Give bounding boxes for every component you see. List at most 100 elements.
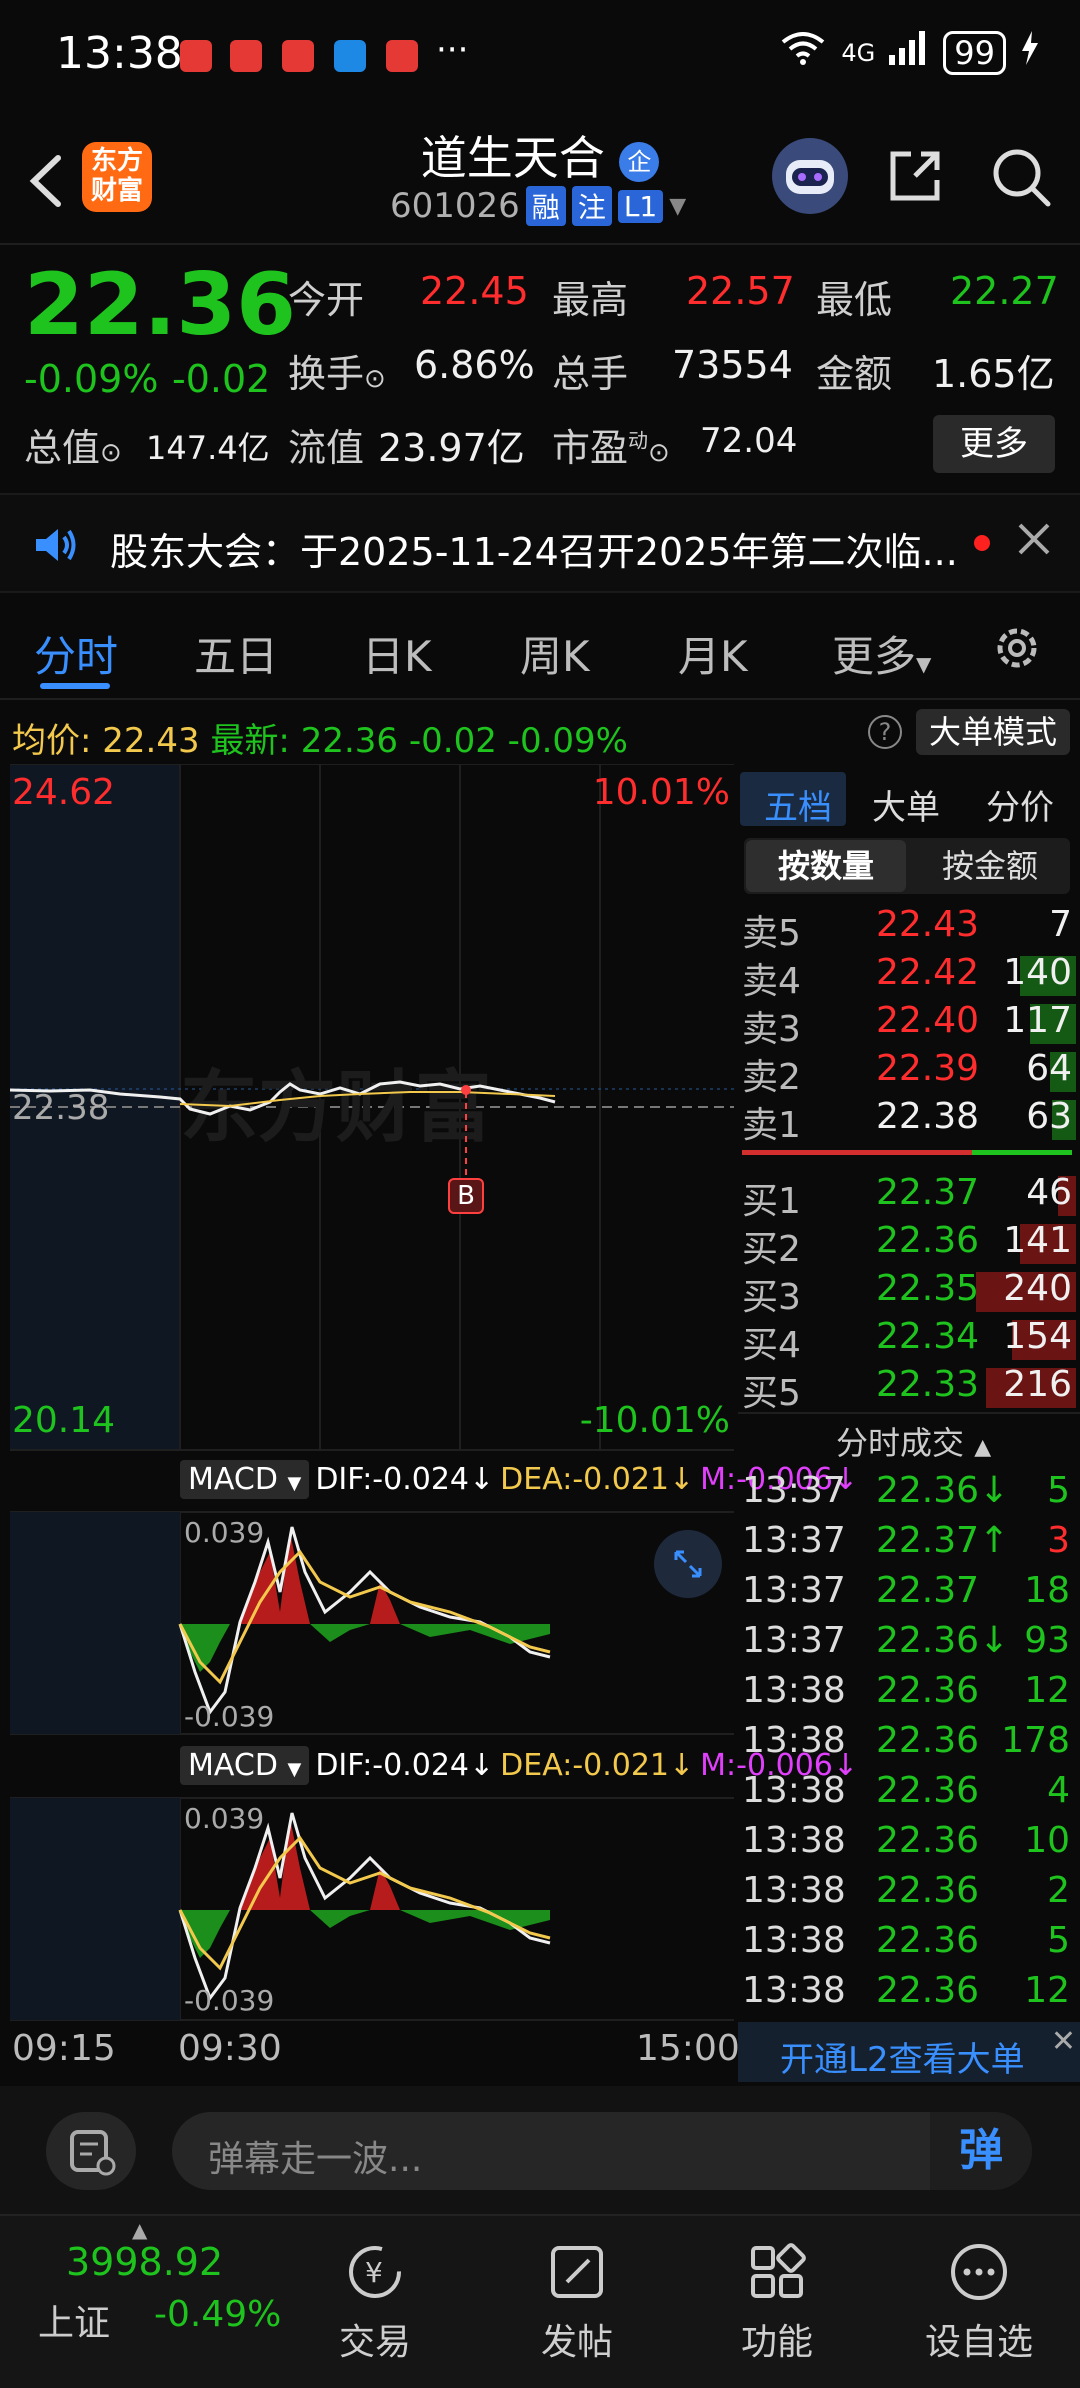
divider: [738, 1412, 1080, 1414]
tag-registered: 注: [571, 186, 612, 226]
nav-functions-label: 功能: [740, 2322, 813, 2363]
stock-subtitle[interactable]: 601026 融 注 L1 ▼: [390, 186, 686, 226]
chevron-up-icon: ▲: [132, 2218, 148, 2242]
notification-icon: [282, 40, 314, 72]
index-name: 上证: [38, 2303, 111, 2344]
tab-five-day[interactable]: 五日: [194, 623, 278, 684]
low-label: 最低: [816, 278, 893, 322]
tab-big-orders[interactable]: 大单: [872, 780, 940, 829]
tag-margin: 融: [525, 186, 566, 226]
mktcap-value: 147.4亿: [146, 429, 270, 467]
bid-row-3: 买3 22.35 240: [738, 1268, 1076, 1318]
trade-row: 13:37 22.37 18: [742, 1570, 1070, 1611]
more-button[interactable]: 更多: [933, 415, 1055, 473]
float-label: 流值: [288, 426, 365, 470]
low-value: 22.27: [950, 269, 1059, 313]
tab-weekly-k[interactable]: 周K: [520, 623, 590, 684]
notification-icon: [230, 40, 262, 72]
current-price: 22.36: [24, 255, 297, 355]
help-icon[interactable]: ?: [868, 715, 902, 749]
more-notifications: ···: [436, 30, 469, 70]
tab-five-level[interactable]: 五档: [764, 780, 832, 829]
subtab-by-volume[interactable]: 按数量: [746, 840, 906, 892]
nav-post-label: 发帖: [540, 2322, 613, 2363]
chevron-down-icon: ▼: [669, 193, 687, 219]
danmaku-settings-button[interactable]: [46, 2112, 136, 2190]
trade-row: 13:38 22.36 4: [742, 1770, 1070, 1811]
open-value: 22.45: [420, 269, 529, 313]
close-icon[interactable]: ✕: [1051, 2024, 1076, 2059]
danmaku-input[interactable]: 弹幕走一波...: [172, 2112, 1032, 2190]
stock-name: 道生天合: [420, 131, 605, 185]
expand-chart-button[interactable]: [654, 1530, 722, 1598]
change-percent: -0.09%: [24, 357, 159, 401]
search-button[interactable]: [990, 146, 1052, 208]
search-icon: [993, 149, 1051, 207]
amount-label: 金额: [816, 352, 893, 396]
macd-top-value: 0.039: [184, 1802, 265, 1835]
svg-text:¥: ¥: [365, 2256, 383, 2289]
danmaku-send-button[interactable]: 弹: [930, 2112, 1032, 2190]
open-label: 今开: [288, 278, 365, 322]
tag-level: L1: [617, 189, 664, 223]
info-icon: ⊙: [100, 438, 122, 468]
bottom-nav: ▲ 3998.92 上证 -0.49% ¥ 交易 发帖 功能 设自选: [0, 2214, 1080, 2388]
gear-icon: [997, 628, 1037, 668]
price-axis-bottom: 20.14: [12, 1400, 116, 1441]
bid-row-4: 买4 22.34 154: [738, 1316, 1076, 1366]
chevron-up-icon: ▲: [974, 1435, 992, 1460]
trade-row: 13:38 22.36 12: [742, 1970, 1070, 2011]
pct-axis-bottom: -10.01%: [579, 1400, 730, 1441]
l2-promo-bar[interactable]: 开通L2查看大单 ✕: [738, 2022, 1080, 2082]
charging-icon: [1020, 31, 1040, 74]
trades-title[interactable]: 分时成交 ▲: [836, 1418, 991, 1464]
tab-monthly-k[interactable]: 月K: [678, 623, 748, 684]
buy-sell-ratio-red: [742, 1150, 972, 1155]
nav-post[interactable]: 发帖: [512, 2240, 642, 2365]
tab-more[interactable]: 更多▼: [832, 623, 931, 684]
battery-icon: 99: [943, 30, 1006, 75]
big-order-mode-button[interactable]: 大单模式: [916, 709, 1070, 755]
high-value: 22.57: [686, 269, 795, 313]
price-axis-mid: 22.38: [12, 1088, 110, 1128]
notice-text: 股东大会：于2025-11-24召开2025年第二次临...: [110, 530, 958, 574]
status-time: 13:38: [56, 28, 183, 79]
speaker-icon: [32, 525, 80, 569]
trade-row: 13:38 22.36 10: [742, 1820, 1070, 1861]
pct-axis-top: 10.01%: [592, 772, 730, 813]
nav-add-watchlist[interactable]: 设自选: [914, 2240, 1044, 2365]
trade-row: 13:38 22.36 2: [742, 1870, 1070, 1911]
volume-value: 73554: [672, 343, 793, 387]
nav-trade[interactable]: ¥ 交易: [310, 2240, 440, 2365]
share-button[interactable]: [885, 146, 945, 206]
macd-selector[interactable]: MACD ▼: [180, 1460, 310, 1499]
macd-selector[interactable]: MACD ▼: [180, 1746, 310, 1785]
notification-icon: [180, 40, 212, 72]
time-axis-start: 09:15: [12, 2028, 116, 2069]
ai-assistant-button[interactable]: [772, 138, 848, 214]
trade-row: 13:37 22.37↑ 3: [742, 1520, 1070, 1561]
buy-marker[interactable]: B: [448, 1178, 484, 1214]
tab-daily-k[interactable]: 日K: [362, 623, 432, 684]
index-ticker[interactable]: 3998.92 上证 -0.49%: [0, 2240, 300, 2370]
close-notice-button[interactable]: [1016, 521, 1052, 561]
network-type: 4G: [841, 38, 876, 67]
turnover-value: 6.86%: [414, 343, 535, 387]
trade-row: 13:37 22.36↓ 93: [742, 1620, 1070, 1661]
unread-dot: [974, 535, 990, 551]
notice-bar[interactable]: 股东大会：于2025-11-24召开2025年第二次临...: [0, 493, 1080, 593]
expand-icon: [674, 1550, 702, 1578]
tab-indicator: [40, 683, 110, 689]
index-value: 3998.92: [66, 2240, 224, 2284]
tab-intraday[interactable]: 分时: [34, 623, 118, 684]
trade-row: 13:37 22.36↓ 5: [742, 1470, 1070, 1511]
subtab-by-amount[interactable]: 按金额: [910, 840, 1070, 892]
nav-functions[interactable]: 功能: [712, 2240, 842, 2365]
chart-settings-button[interactable]: [990, 621, 1044, 679]
more-circle-icon: [951, 2244, 1007, 2300]
chart-area[interactable]: 东方财富 24.62 10.01% 22.38 20.14 -10.01% B …: [10, 764, 858, 2028]
l2-promo-text: 开通L2查看大单: [780, 2040, 1025, 2080]
pe-label: 市盈动⊙: [552, 426, 670, 470]
high-label: 最高: [552, 278, 629, 322]
tab-price-dist[interactable]: 分价: [986, 780, 1054, 829]
